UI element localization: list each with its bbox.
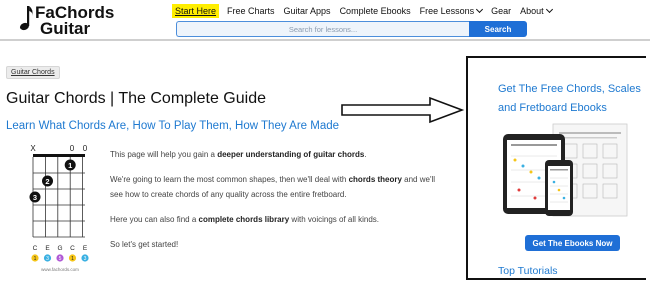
finger-number: 2 [45, 177, 49, 186]
search-bar: Search [176, 21, 527, 37]
chord-note-name: E [83, 245, 88, 252]
nav-item-start-here[interactable]: Start Here [172, 4, 220, 18]
music-note-icon [20, 6, 33, 31]
chord-nut [33, 154, 85, 157]
nav-item-label: Guitar Apps [283, 6, 331, 16]
interval-label: 1 [71, 256, 74, 262]
chord-note-name: C [33, 245, 38, 252]
site-logo[interactable]: FaChords Guitar [17, 2, 114, 38]
nav-item-complete-ebooks[interactable]: Complete Ebooks [340, 6, 411, 16]
chevron-down-icon [545, 5, 553, 14]
nav-item-label: About [520, 6, 544, 16]
top-tutorials-heading: Top Tutorials [498, 265, 558, 277]
breadcrumb[interactable]: Guitar Chords [6, 66, 60, 79]
intro-paragraph: So let's get started! [110, 240, 179, 249]
interval-label: 3 [84, 256, 87, 262]
chord-strings [32, 157, 83, 237]
nav-item-guitar-apps[interactable]: Guitar Apps [284, 6, 331, 16]
page-title: Guitar Chords | The Complete Guide [6, 90, 266, 107]
nav-item-label: Complete Ebooks [339, 6, 411, 16]
chord-note-name: G [57, 245, 62, 252]
chord-top-marker: 0 [70, 144, 75, 153]
intro-paragraph: We're going to learn the most common sha… [110, 175, 436, 199]
nav-item-label: Free Charts [227, 6, 275, 16]
site-header: FaChords Guitar Start Here Free Charts Gui… [0, 0, 650, 41]
get-ebooks-button[interactable]: Get The Ebooks Now [525, 235, 620, 251]
interval-label: 1 [34, 256, 37, 262]
chord-frets [33, 172, 85, 238]
chord-intervals: 1 3 5 1 3 [31, 254, 89, 262]
chord-note-names: C E G C E [33, 245, 88, 252]
ebook-devices-image [503, 123, 628, 217]
main-nav: Start Here Free Charts Guitar Apps Complete… [172, 3, 561, 19]
chord-note-name: C [70, 245, 75, 252]
nav-item-gear[interactable]: Gear [491, 6, 511, 16]
chord-credit: www.fachords.com [41, 267, 79, 272]
intro-paragraph: Here you can also find a complete chords… [110, 215, 380, 224]
nav-item-label: Free Lessons [419, 6, 475, 16]
sidebar-title[interactable]: Get The Free Chords, Scales and Fretboar… [498, 80, 646, 118]
page-subtitle: Learn What Chords Are, How To Play Them,… [6, 120, 340, 132]
chord-top-marker: X [30, 144, 36, 153]
finger-number: 1 [68, 161, 72, 170]
chord-top-marker: 0 [83, 144, 88, 153]
interval-label: 3 [46, 256, 49, 262]
nav-item-about[interactable]: About [520, 5, 553, 16]
c-major-chord-diagram: X 0 0 1 2 3 C E G C E 1 3 5 1 3 www.fach… [29, 144, 89, 272]
intro-text: This page will help you gain a deeper un… [110, 147, 440, 252]
search-button[interactable]: Search [469, 21, 527, 37]
chevron-down-icon [476, 5, 484, 14]
nav-item-label: Gear [491, 6, 512, 16]
finger-number: 3 [33, 193, 37, 202]
ebook-sidebar: Get The Free Chords, Scales and Fretboar… [466, 56, 646, 280]
chord-note-name: E [45, 245, 50, 252]
nav-item-label: Start Here [175, 6, 217, 16]
right-arrow-icon [341, 96, 465, 124]
intro-paragraph: This page will help you gain a deeper un… [110, 150, 367, 159]
logo-text-line2: Guitar [40, 19, 91, 38]
nav-item-free-lessons[interactable]: Free Lessons [419, 5, 484, 16]
search-input[interactable] [176, 21, 469, 37]
interval-label: 5 [59, 256, 62, 262]
nav-item-free-charts[interactable]: Free Charts [227, 6, 275, 16]
